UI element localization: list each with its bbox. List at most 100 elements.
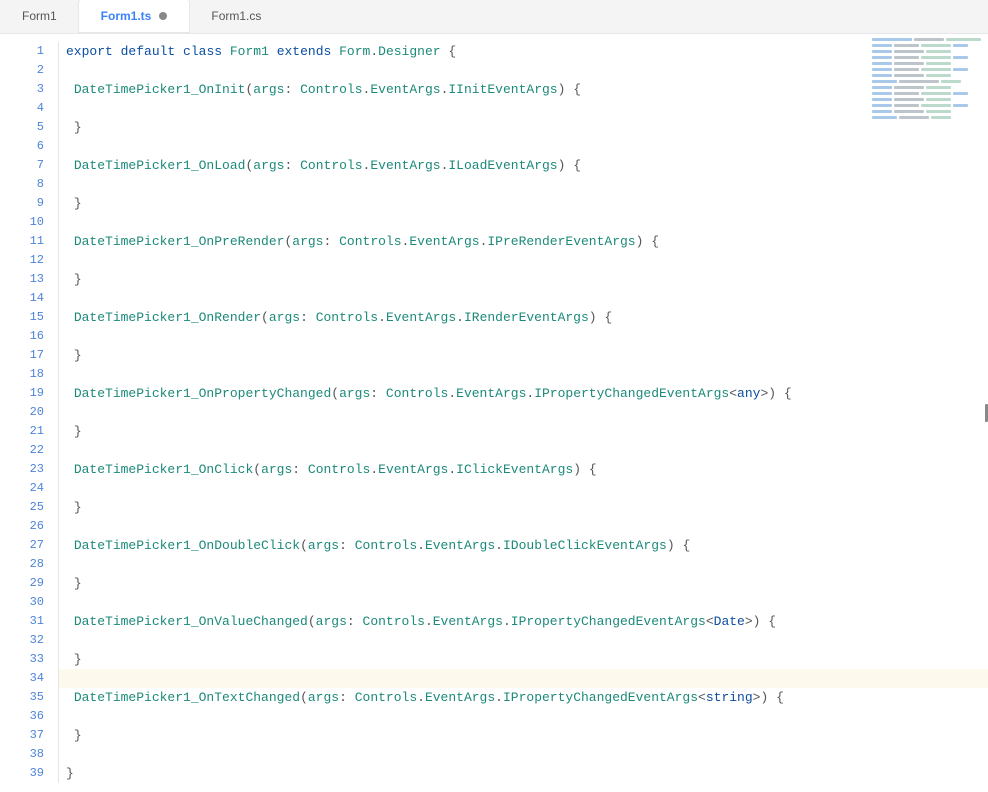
code-line[interactable] [58,99,988,118]
method-name: DateTimePicker1_OnPreRender [74,234,285,249]
token-prm: args [308,538,339,553]
token-punct: . [495,538,503,553]
token-brace: { [589,462,597,477]
token-brace: { [776,690,784,705]
code-line[interactable]: } [58,650,988,669]
generic-type: any [737,386,760,401]
code-line[interactable]: } [58,270,988,289]
code-line[interactable]: } [58,764,988,783]
token-type: Controls [386,386,448,401]
code-line[interactable] [58,175,988,194]
token-brace: } [74,652,82,667]
code-line[interactable] [58,631,988,650]
code-line[interactable] [58,61,988,80]
line-number: 33 [0,650,58,669]
code-line[interactable]: } [58,194,988,213]
token-type: Controls [300,158,362,173]
code-line[interactable]: export default class Form1 extends Form.… [58,42,988,61]
token-punct: . [456,310,464,325]
code-line[interactable]: DateTimePicker1_OnDoubleClick(args: Cont… [58,536,988,555]
line-number: 12 [0,251,58,270]
line-number: 25 [0,498,58,517]
code-line[interactable]: DateTimePicker1_OnPropertyChanged(args: … [58,384,988,403]
token-punct: ) [589,310,597,325]
token-punct: : [300,310,308,325]
token-prm: args [292,234,323,249]
code-line[interactable]: DateTimePicker1_OnRender(args: Controls.… [58,308,988,327]
code-line[interactable]: DateTimePicker1_OnValueChanged(args: Con… [58,612,988,631]
method-name: DateTimePicker1_OnDoubleClick [74,538,300,553]
code-line[interactable]: DateTimePicker1_OnInit(args: Controls.Ev… [58,80,988,99]
code-line[interactable]: } [58,422,988,441]
code-line[interactable]: DateTimePicker1_OnTextChanged(args: Cont… [58,688,988,707]
line-number: 39 [0,764,58,783]
method-name: DateTimePicker1_OnValueChanged [74,614,308,629]
code-line[interactable] [58,745,988,764]
code-line[interactable] [58,137,988,156]
tab-form1-cs[interactable]: Form1.cs [189,0,283,33]
code-line[interactable]: DateTimePicker1_OnPreRender(args: Contro… [58,232,988,251]
token-brace: { [448,44,456,59]
line-number: 18 [0,365,58,384]
code-line[interactable] [58,669,988,688]
method-name: DateTimePicker1_OnLoad [74,158,246,173]
event-type: IPropertyChangedEventArgs [534,386,729,401]
code-line[interactable]: } [58,726,988,745]
code-line[interactable] [58,707,988,726]
method-name: DateTimePicker1_OnClick [74,462,253,477]
token-prm: args [316,614,347,629]
token-punct: . [378,310,386,325]
code-line[interactable] [58,479,988,498]
code-line[interactable] [58,213,988,232]
token-punct: : [292,462,300,477]
code-line[interactable] [58,289,988,308]
token-brace: { [604,310,612,325]
tab-form1-ts[interactable]: Form1.ts [79,0,190,33]
line-number: 7 [0,156,58,175]
editor[interactable]: 1234567891011121314151617181920212223242… [0,34,988,792]
line-number: 16 [0,327,58,346]
code-line[interactable]: } [58,574,988,593]
code-line[interactable]: DateTimePicker1_OnClick(args: Controls.E… [58,460,988,479]
token-punct: ) [753,614,761,629]
code-line[interactable]: } [58,118,988,137]
line-number: 35 [0,688,58,707]
code-line[interactable]: } [58,498,988,517]
code-line[interactable] [58,251,988,270]
token-brace: } [66,766,74,781]
token-brace: } [74,348,82,363]
code-line[interactable] [58,517,988,536]
token-punct: ) [558,158,566,173]
code-line[interactable] [58,441,988,460]
code-line[interactable] [58,593,988,612]
code-line[interactable]: DateTimePicker1_OnLoad(args: Controls.Ev… [58,156,988,175]
token-punct: ) [573,462,581,477]
token-brace: { [768,614,776,629]
line-number: 22 [0,441,58,460]
line-number: 17 [0,346,58,365]
token-type: Controls [363,614,425,629]
event-type: IRenderEventArgs [464,310,589,325]
code-area[interactable]: export default class Form1 extends Form.… [58,34,988,792]
line-number: 32 [0,631,58,650]
token-brace: { [573,158,581,173]
code-line[interactable]: } [58,346,988,365]
code-line[interactable] [58,555,988,574]
generic-type: Date [714,614,745,629]
tab-form1[interactable]: Form1 [0,0,79,33]
code-line[interactable] [58,403,988,422]
dirty-indicator-icon [159,12,167,20]
line-number: 15 [0,308,58,327]
token-type: EventArgs [409,234,479,249]
token-brace: } [74,500,82,515]
code-line[interactable] [58,327,988,346]
token-punct: ( [300,538,308,553]
token-brace: { [651,234,659,249]
token-brace: { [784,386,792,401]
tab-bar: Form1Form1.tsForm1.cs [0,0,988,34]
token-type: Controls [300,82,362,97]
line-number: 24 [0,479,58,498]
code-line[interactable] [58,365,988,384]
token-type: EventArgs [370,82,440,97]
token-type: Controls [355,690,417,705]
